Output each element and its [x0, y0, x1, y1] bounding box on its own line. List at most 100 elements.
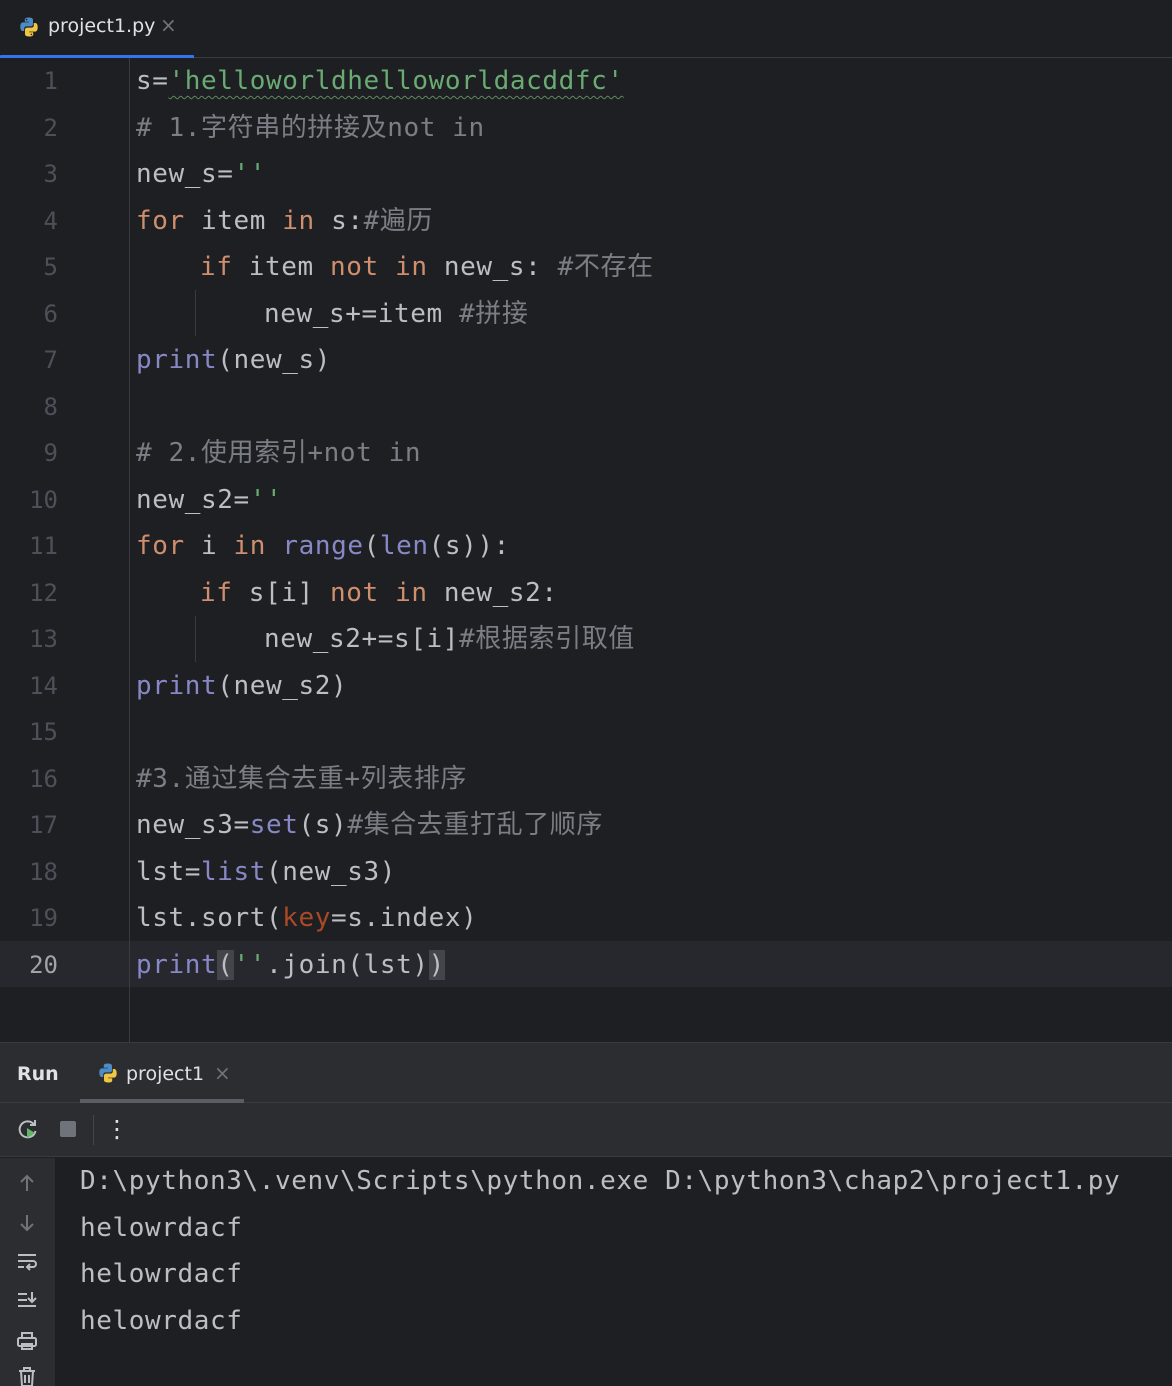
line-number: 3 [43, 160, 58, 188]
editor-tab-label: project1.py [48, 15, 156, 37]
close-icon[interactable]: × [160, 13, 177, 37]
keyword: for [136, 531, 185, 561]
code-token: (new_s3) [266, 856, 397, 887]
console-line: D:\python3\.venv\Scripts\python.exe D:\p… [80, 1166, 1121, 1196]
comment: #不存在 [557, 252, 654, 282]
line-number: 5 [43, 253, 58, 281]
run-tab-label: project1 [126, 1063, 205, 1085]
line-number: 14 [29, 671, 58, 700]
code-token: (new_s) [217, 345, 332, 375]
keyword: if [200, 577, 233, 608]
code-line-10: new_s2='' [136, 477, 282, 523]
trash-icon[interactable] [14, 1364, 40, 1386]
code-line-18: lst=list(new_s3) [136, 849, 396, 895]
print-icon[interactable] [14, 1328, 40, 1354]
line-number: 18 [29, 857, 58, 886]
close-icon[interactable]: × [214, 1061, 231, 1085]
keyword: in [282, 205, 315, 236]
line-number: 6 [43, 299, 58, 328]
code-token: (s)): [428, 531, 510, 561]
matched-paren: ) [428, 949, 445, 980]
line-number-gutter: 1 2 3 4 5 6 7 8 9 10 11 12 13 14 15 16 1… [0, 58, 130, 1042]
code-line-16: #3.通过集合去重+列表排序 [136, 756, 467, 802]
stop-icon[interactable] [55, 1116, 81, 1142]
keyword: not [330, 252, 379, 282]
code-token: =s.index) [331, 903, 478, 933]
line-number: 4 [43, 206, 58, 235]
code-token: new_s2: [427, 577, 558, 608]
line-number: 1 [43, 67, 58, 95]
run-panel-title: Run [17, 1063, 59, 1085]
comment: #拼接 [459, 298, 529, 329]
arrow-down-icon[interactable] [14, 1210, 40, 1236]
comment: # 2.使用索引+not in [136, 438, 422, 468]
python-file-icon [97, 1062, 119, 1084]
string-literal: '' [233, 159, 267, 189]
code-line-11: for i in range(len(s)): [136, 523, 510, 569]
run-header: Run project1 × [0, 1043, 1172, 1103]
more-options-icon[interactable]: ⋮ [104, 1115, 130, 1143]
code-line-3: new_s='' [136, 151, 266, 197]
code-token: ( [363, 531, 380, 561]
arrow-up-icon[interactable] [14, 1170, 40, 1196]
code-line-12: if s[i] not in new_s2: [200, 570, 558, 616]
code-line-5: if item not in new_s: #不存在 [200, 244, 654, 290]
code-token: i [184, 531, 234, 561]
builtin: list [201, 856, 267, 887]
matched-paren: ( [217, 949, 234, 980]
line-number: 10 [29, 485, 58, 514]
code-line-14: print(new_s2) [136, 663, 347, 709]
line-number: 16 [29, 764, 58, 793]
run-side-toolbar [0, 1158, 55, 1386]
line-number: 12 [29, 578, 58, 607]
soft-wrap-icon[interactable] [14, 1249, 40, 1275]
code-line-6: new_s+=item #拼接 [264, 291, 529, 337]
keyword: in [395, 577, 428, 608]
line-number: 2 [43, 113, 58, 142]
code-token: s= [136, 66, 169, 96]
string-literal: '' [249, 484, 283, 515]
scroll-to-end-icon[interactable] [14, 1288, 40, 1314]
code-token: lst.sort( [136, 903, 283, 933]
editor-tab-project1[interactable]: project1.py × [0, 0, 194, 59]
keyword: in [233, 531, 267, 561]
comment: #根据索引取值 [459, 624, 635, 654]
code-line-13: new_s2+=s[i]#根据索引取值 [264, 616, 635, 662]
keyword: in [395, 252, 428, 282]
indent-guide [195, 616, 196, 662]
code-token: item [232, 252, 331, 282]
code-line-2: # 1.字符串的拼接及not in [136, 105, 485, 151]
line-number: 11 [29, 532, 58, 560]
code-token: new_s2= [136, 484, 250, 515]
code-token: new_s2+=s[i] [264, 624, 460, 654]
code-token: .join(lst) [266, 949, 429, 980]
run-toolbar: ⋮ [0, 1103, 1172, 1157]
gutter-divider [129, 58, 130, 1042]
keyword: if [200, 252, 233, 282]
string-literal: 'helloworldhelloworldacddfc' [168, 66, 624, 96]
run-tab-project1[interactable]: project1 × [80, 1043, 244, 1103]
console-line: helowrdacf [80, 1305, 243, 1336]
code-token: s: [314, 205, 364, 236]
line-number-active: 20 [29, 950, 58, 979]
keyword-argument: key [282, 903, 332, 933]
code-line-4: for item in s:#遍历 [136, 198, 433, 244]
console-line: helowrdacf [80, 1259, 243, 1289]
code-token: new_s= [136, 159, 234, 189]
comment: #集合去重打乱了顺序 [347, 810, 603, 840]
code-token: (new_s2) [217, 670, 348, 701]
builtin: print [136, 670, 218, 701]
code-token: new_s3= [136, 810, 250, 840]
code-editor[interactable]: 1 2 3 4 5 6 7 8 9 10 11 12 13 14 15 16 1… [0, 58, 1172, 1042]
code-line-7: print(new_s) [136, 337, 331, 383]
builtin: print [136, 949, 218, 980]
code-line-19: lst.sort(key=s.index) [136, 895, 477, 941]
toolbar-separator [93, 1115, 94, 1145]
code-line-20: print(''.join(lst)) [136, 942, 445, 988]
string-literal: '' [233, 949, 267, 980]
rerun-icon[interactable] [15, 1116, 41, 1142]
line-number: 9 [43, 439, 58, 467]
